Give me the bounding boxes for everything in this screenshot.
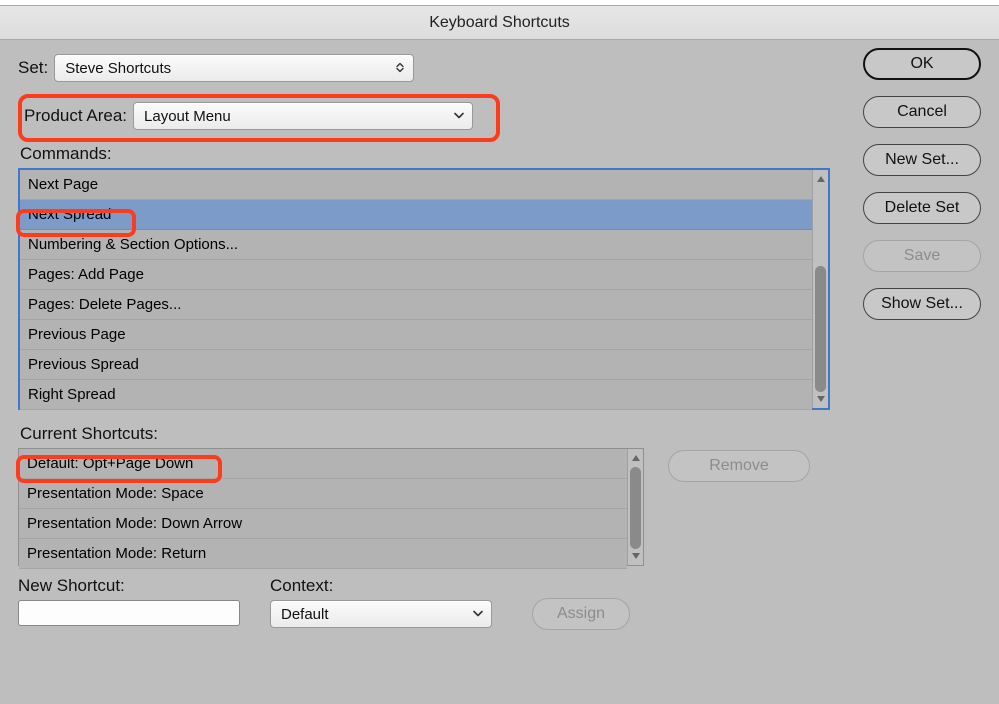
set-select-value: Steve Shortcuts xyxy=(65,60,171,77)
dialog-body: Set: Steve Shortcuts Product Area: Layou… xyxy=(0,40,999,704)
product-area-value: Layout Menu xyxy=(144,108,231,125)
context-label: Context: xyxy=(270,576,492,596)
scroll-thumb[interactable] xyxy=(630,467,641,549)
command-item[interactable]: Right Spread xyxy=(20,380,812,410)
product-area-row: Product Area: Layout Menu xyxy=(24,102,838,130)
ok-button-label: OK xyxy=(910,55,933,73)
command-item[interactable]: Pages: Add Page xyxy=(20,260,812,290)
dialog-window: Keyboard Shortcuts Set: Steve Shortcuts … xyxy=(0,0,999,704)
save-button-label: Save xyxy=(904,247,940,265)
delete-set-button-label: Delete Set xyxy=(885,199,960,217)
side-buttons: OK Cancel New Set... Delete Set Save Sho… xyxy=(863,48,981,320)
cancel-button-label: Cancel xyxy=(897,103,947,121)
scroll-down-icon[interactable] xyxy=(813,390,828,408)
context-value: Default xyxy=(281,606,329,623)
show-set-button-label: Show Set... xyxy=(881,295,963,313)
new-shortcut-input[interactable] xyxy=(18,600,240,626)
set-row: Set: Steve Shortcuts xyxy=(18,54,838,82)
command-item[interactable]: Next Page xyxy=(20,170,812,200)
set-label: Set: xyxy=(18,58,48,78)
save-button[interactable]: Save xyxy=(863,240,981,272)
commands-label: Commands: xyxy=(20,144,838,164)
commands-rows: Next PageNext SpreadNumbering & Section … xyxy=(20,170,812,408)
set-select[interactable]: Steve Shortcuts xyxy=(54,54,414,82)
bottom-row: New Shortcut: Context: Default Assign xyxy=(18,576,838,630)
scroll-up-icon[interactable] xyxy=(628,449,643,467)
new-set-button[interactable]: New Set... xyxy=(863,144,981,176)
product-area-label: Product Area: xyxy=(24,106,127,126)
current-shortcuts-label: Current Shortcuts: xyxy=(20,424,838,444)
context-group: Context: Default xyxy=(270,576,492,630)
chevron-updown-icon xyxy=(395,63,405,73)
shortcuts-rows: Default: Opt+Page DownPresentation Mode:… xyxy=(19,449,627,565)
dialog-title: Keyboard Shortcuts xyxy=(0,6,999,40)
command-item[interactable]: Next Spread xyxy=(20,200,812,230)
assign-button[interactable]: Assign xyxy=(532,598,630,630)
chevron-down-icon xyxy=(473,609,483,619)
new-set-button-label: New Set... xyxy=(885,151,959,169)
command-item[interactable]: Numbering & Section Options... xyxy=(20,230,812,260)
assign-wrap: Assign xyxy=(532,598,630,630)
ok-button[interactable]: OK xyxy=(863,48,981,80)
chevron-down-icon xyxy=(454,111,464,121)
assign-button-label: Assign xyxy=(557,605,605,623)
commands-scrollbar[interactable] xyxy=(812,170,828,408)
product-area-select[interactable]: Layout Menu xyxy=(133,102,473,130)
context-select[interactable]: Default xyxy=(270,600,492,628)
command-item[interactable]: Previous Page xyxy=(20,320,812,350)
shortcut-item[interactable]: Presentation Mode: Space xyxy=(19,479,627,509)
cancel-button[interactable]: Cancel xyxy=(863,96,981,128)
commands-listbox[interactable]: Next PageNext SpreadNumbering & Section … xyxy=(18,168,830,410)
scroll-down-icon[interactable] xyxy=(628,547,643,565)
remove-button[interactable]: Remove xyxy=(668,450,810,482)
shortcut-item[interactable]: Default: Opt+Page Down xyxy=(19,449,627,479)
shortcuts-scrollbar[interactable] xyxy=(627,449,643,565)
new-shortcut-group: New Shortcut: xyxy=(18,576,240,630)
remove-button-label: Remove xyxy=(709,457,769,475)
shortcuts-row: Default: Opt+Page DownPresentation Mode:… xyxy=(18,448,838,566)
command-item[interactable]: Pages: Delete Pages... xyxy=(20,290,812,320)
scroll-up-icon[interactable] xyxy=(813,170,828,188)
main-column: Set: Steve Shortcuts Product Area: Layou… xyxy=(18,54,838,630)
show-set-button[interactable]: Show Set... xyxy=(863,288,981,320)
delete-set-button[interactable]: Delete Set xyxy=(863,192,981,224)
shortcut-item[interactable]: Presentation Mode: Down Arrow xyxy=(19,509,627,539)
command-item[interactable]: Previous Spread xyxy=(20,350,812,380)
shortcuts-listbox[interactable]: Default: Opt+Page DownPresentation Mode:… xyxy=(18,448,644,566)
new-shortcut-label: New Shortcut: xyxy=(18,576,240,596)
shortcut-item[interactable]: Presentation Mode: Return xyxy=(19,539,627,569)
scroll-thumb[interactable] xyxy=(815,266,826,392)
